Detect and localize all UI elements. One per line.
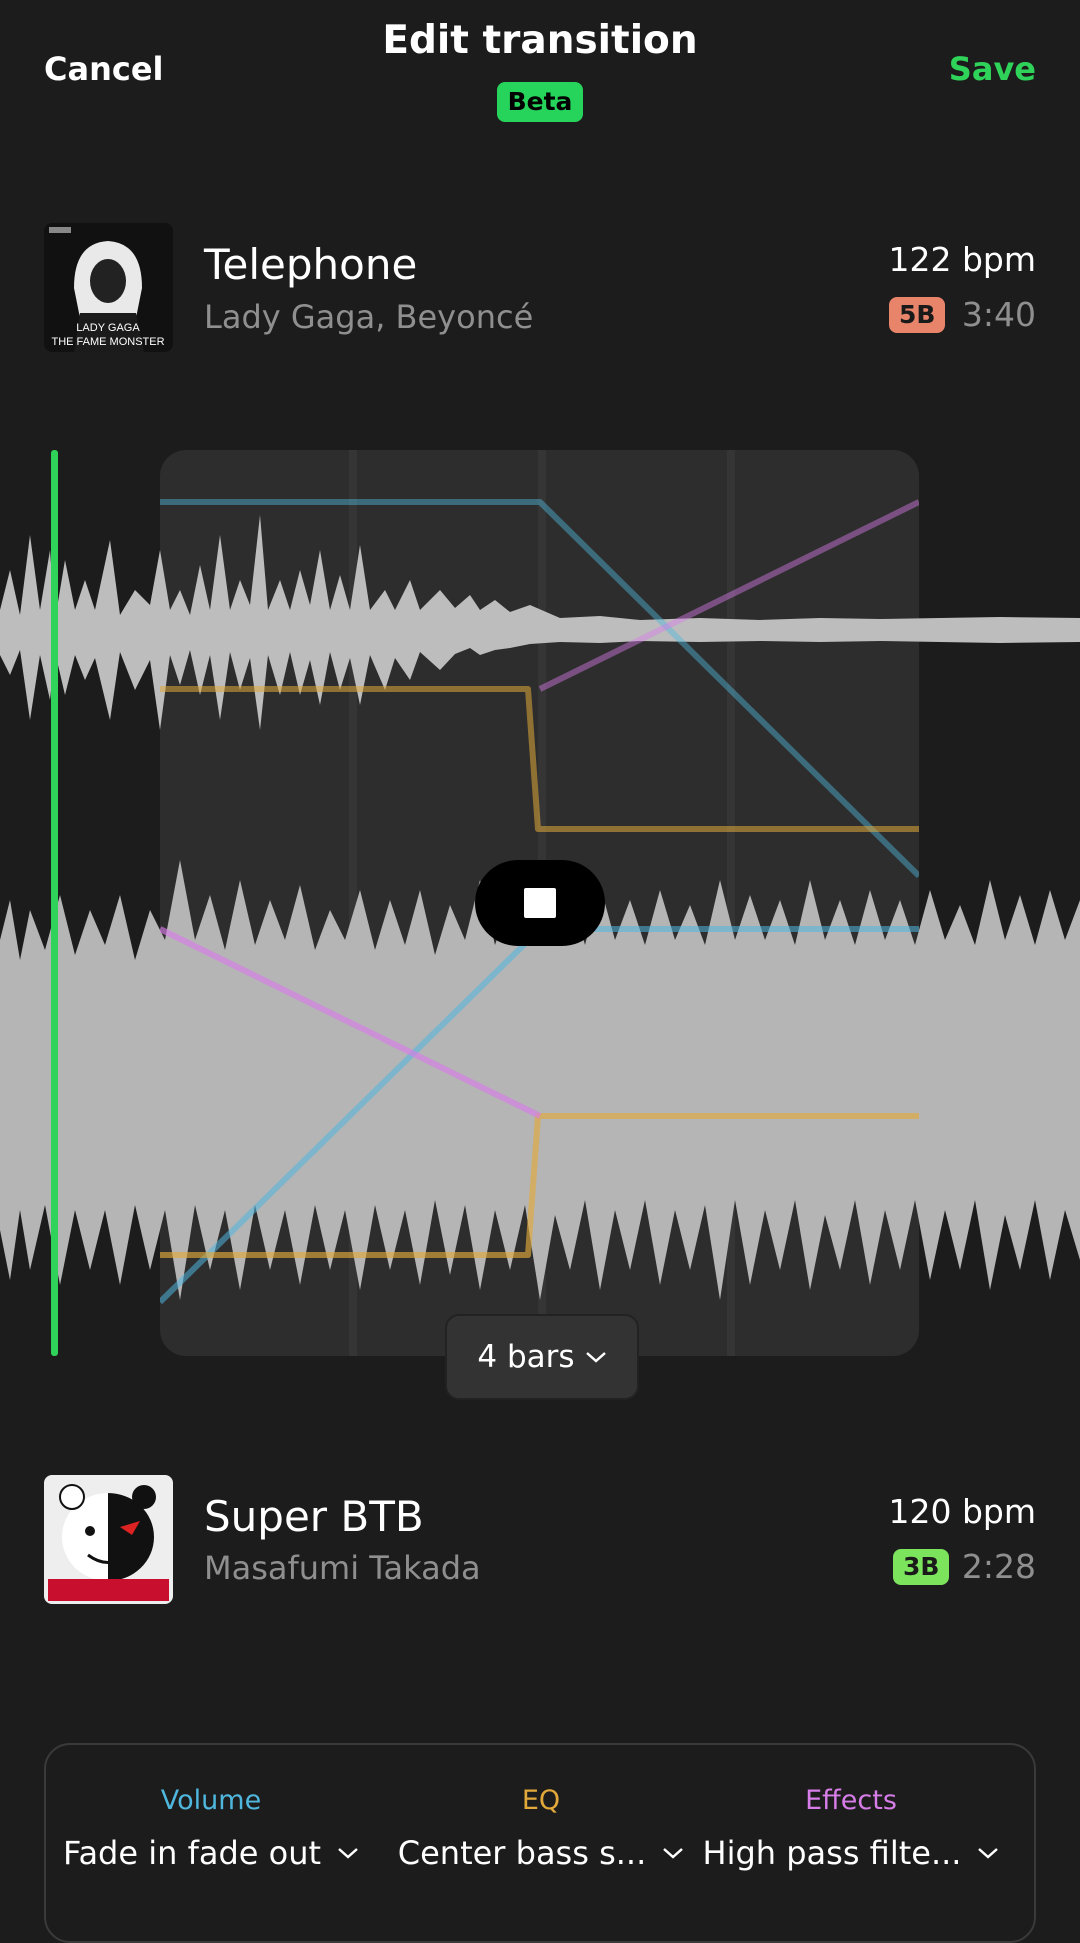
- bars-dropdown[interactable]: 4 bars: [445, 1314, 639, 1400]
- beta-badge: Beta: [497, 82, 583, 122]
- effects-label: Effects: [805, 1785, 897, 1816]
- volume-value: Fade in fade out: [62, 1834, 322, 1872]
- chevron-down-icon: [663, 1848, 684, 1859]
- track-duration: 3:40: [961, 295, 1036, 334]
- stop-button[interactable]: [475, 860, 605, 946]
- track-title: Super BTB: [204, 1492, 424, 1541]
- track-duration: 2:28: [961, 1547, 1036, 1586]
- album-art-telephone: LADY GAGA THE FAME MONSTER: [44, 223, 173, 352]
- key-badge: 5B: [889, 297, 946, 333]
- effects-dropdown[interactable]: High pass filte...: [691, 1834, 1011, 1872]
- chevron-down-icon: [978, 1848, 999, 1859]
- effects-value: High pass filte...: [702, 1834, 962, 1872]
- track-artist: Lady Gaga, Beyoncé: [204, 298, 534, 336]
- eq-label: EQ: [521, 1785, 561, 1816]
- volume-control[interactable]: Volume Fade in fade out: [51, 1785, 371, 1872]
- chevron-down-icon: [338, 1848, 358, 1859]
- album-art-super-btb: [44, 1475, 173, 1604]
- transition-controls-panel: Volume Fade in fade out EQ Center bass s…: [44, 1743, 1036, 1943]
- svg-text:LADY GAGA: LADY GAGA: [76, 322, 140, 334]
- volume-dropdown[interactable]: Fade in fade out: [51, 1834, 371, 1872]
- eq-control[interactable]: EQ Center bass s...: [381, 1785, 701, 1872]
- key-badge: 3B: [893, 1549, 950, 1585]
- effects-control[interactable]: Effects High pass filte...: [691, 1785, 1011, 1872]
- track-bpm: 122 bpm: [888, 240, 1036, 279]
- track-artist: Masafumi Takada: [204, 1549, 481, 1587]
- track-title: Telephone: [204, 240, 418, 289]
- track-bpm: 120 bpm: [888, 1492, 1036, 1531]
- eq-dropdown[interactable]: Center bass s...: [381, 1834, 701, 1872]
- eq-value: Center bass s...: [397, 1834, 647, 1872]
- playhead: [51, 450, 58, 1356]
- bars-dropdown-label: 4 bars: [477, 1339, 575, 1375]
- stop-icon: [524, 888, 556, 918]
- page-title: Edit transition: [382, 18, 698, 63]
- svg-text:THE FAME MONSTER: THE FAME MONSTER: [51, 336, 164, 348]
- volume-label: Volume: [160, 1785, 262, 1816]
- save-button[interactable]: Save: [949, 50, 1036, 88]
- chevron-down-icon: [585, 1352, 606, 1363]
